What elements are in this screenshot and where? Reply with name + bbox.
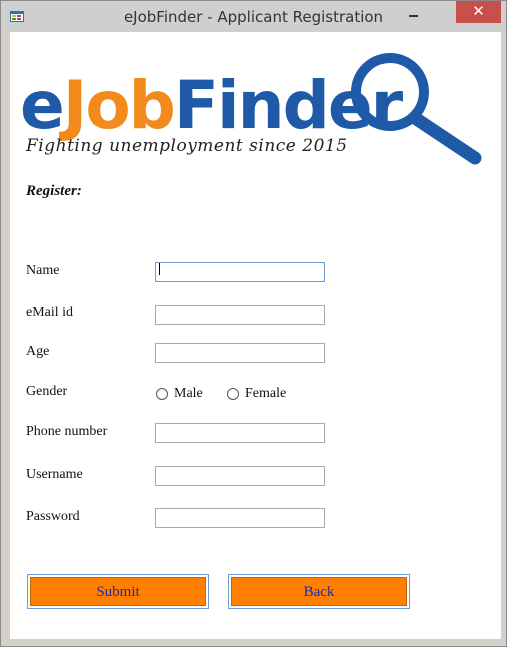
app-window: eJobFinder - Applicant Registration ✕ eJ… [0, 0, 507, 647]
minimize-icon [409, 15, 418, 17]
back-button-label: Back [231, 577, 407, 606]
svg-text:eJobFinder: eJobFinder [20, 67, 404, 144]
email-label: eMail id [26, 305, 74, 320]
submit-button[interactable]: Submit [27, 574, 209, 609]
register-heading: Register: [26, 183, 82, 199]
email-input[interactable] [155, 305, 325, 325]
female-radio[interactable] [227, 388, 239, 400]
male-radio-label[interactable]: Male [174, 386, 203, 402]
minimize-button[interactable] [405, 5, 423, 21]
title-bar[interactable]: eJobFinder - Applicant Registration ✕ [1, 1, 506, 32]
age-label: Age [26, 344, 50, 359]
female-radio-label[interactable]: Female [245, 386, 286, 402]
password-input[interactable] [155, 508, 325, 528]
close-button[interactable]: ✕ [456, 1, 501, 23]
name-input[interactable] [155, 262, 325, 282]
window-title: eJobFinder - Applicant Registration [123, 8, 384, 26]
phone-label: Phone number [26, 424, 108, 439]
logo-tagline: Fighting unemployment since 2015 [26, 136, 348, 156]
username-label: Username [26, 467, 83, 482]
gender-label: Gender [26, 384, 68, 399]
submit-button-label: Submit [30, 577, 206, 606]
username-input[interactable] [155, 466, 325, 486]
password-label: Password [26, 509, 80, 524]
close-icon: ✕ [472, 2, 485, 20]
logo-job: Job [59, 67, 174, 144]
form-area: eJobFinder Fighting unemployment since 2… [10, 32, 501, 639]
name-label: Name [26, 263, 60, 278]
male-radio[interactable] [156, 388, 168, 400]
phone-input[interactable] [155, 423, 325, 443]
logo-e: e [20, 67, 63, 144]
text-caret [159, 263, 160, 275]
age-input[interactable] [155, 343, 325, 363]
logo-finder: Finder [174, 67, 404, 144]
back-button[interactable]: Back [228, 574, 410, 609]
